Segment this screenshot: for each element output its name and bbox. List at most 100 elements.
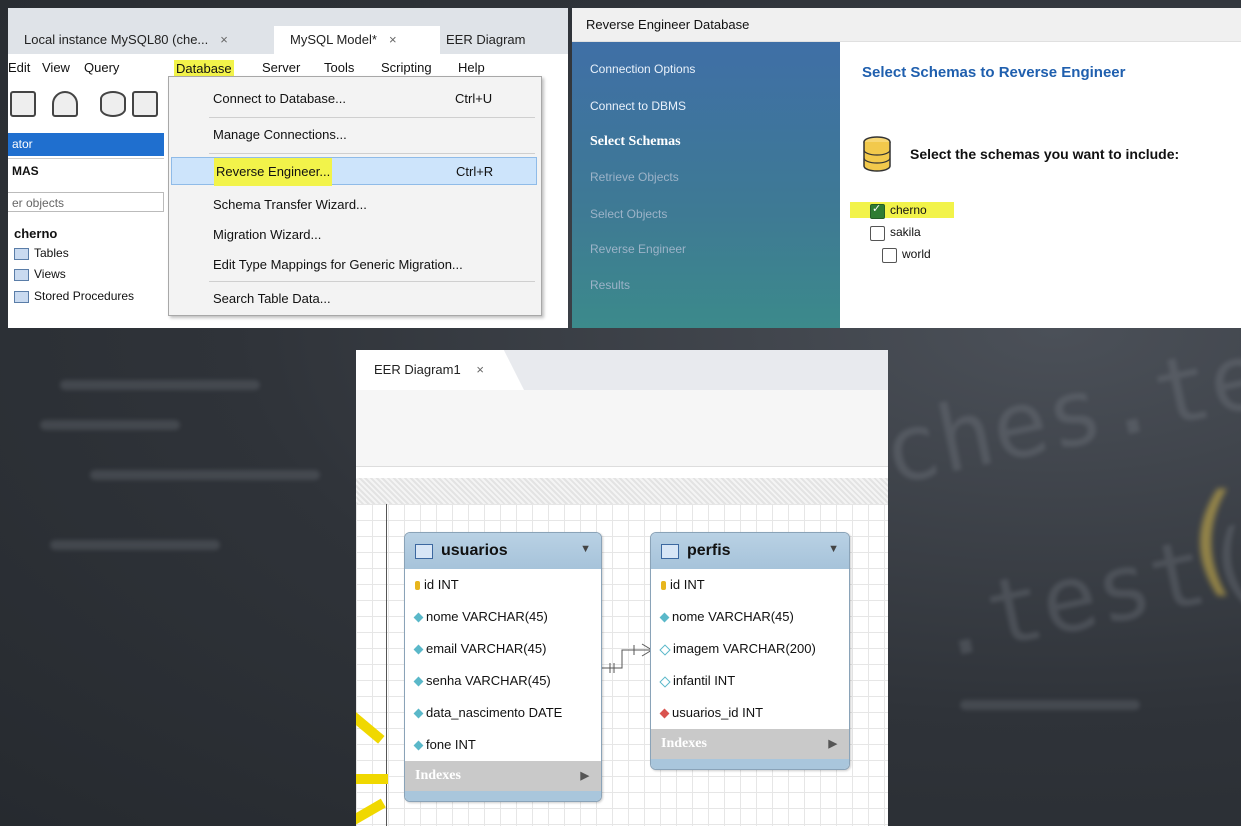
- highlight-marker: [356, 774, 388, 784]
- menu-tools[interactable]: Tools: [324, 60, 354, 75]
- indexes-label: Indexes: [661, 736, 707, 751]
- wizard-subheading: Select the schemas you want to include:: [910, 146, 1180, 162]
- column-diamond-outline-icon: [659, 643, 671, 656]
- column-label: id INT: [424, 577, 459, 592]
- filter-objects-input[interactable]: er objects: [8, 192, 164, 212]
- wizard-title: Reverse Engineer Database: [572, 8, 1241, 42]
- column-row: fone INT: [405, 729, 601, 761]
- step-connect-dbms: Connect to DBMS: [590, 99, 687, 113]
- column-row: usuarios_id INT: [651, 697, 849, 729]
- view-icon: [14, 268, 29, 281]
- code-line-decor: [50, 540, 220, 550]
- menu-item-migration-wizard[interactable]: Migration Wizard...: [171, 221, 537, 249]
- menu-item-label: Connect to Database...: [213, 91, 346, 106]
- entity-perfis[interactable]: perfis ▼ id INT nome VARCHAR(45) imagem …: [650, 532, 850, 770]
- column-row: nome VARCHAR(45): [651, 601, 849, 633]
- reverse-engineer-wizard: Reverse Engineer Database Connection Opt…: [572, 8, 1241, 328]
- menu-help[interactable]: Help: [458, 60, 485, 75]
- menu-server[interactable]: Server: [262, 60, 300, 75]
- column-label: nome VARCHAR(45): [426, 609, 548, 624]
- column-row: nome VARCHAR(45): [405, 601, 601, 633]
- menu-database[interactable]: Database: [174, 60, 234, 77]
- column-label: email VARCHAR(45): [426, 641, 547, 656]
- tree-label: Stored Procedures: [34, 289, 135, 303]
- eer-diagram-panel: EER Diagram1 × usuarios ▼ id INT nome VA…: [356, 350, 888, 826]
- database-icon: [863, 136, 891, 172]
- menu-item-edit-type-mappings[interactable]: Edit Type Mappings for Generic Migration…: [171, 251, 537, 279]
- menu-view[interactable]: View: [42, 60, 70, 75]
- column-diamond-icon: [413, 612, 424, 623]
- column-diamond-icon: [659, 612, 670, 623]
- tab-label: EER Diagram: [446, 32, 526, 47]
- procedure-icon: [14, 290, 29, 303]
- tab-label: EER Diagram1: [374, 362, 461, 377]
- tree-item-views[interactable]: Views: [14, 267, 66, 281]
- menu-item-manage-connections[interactable]: Manage Connections...: [171, 121, 537, 149]
- tab-local-instance[interactable]: Local instance MySQL80 (che... ×: [8, 26, 286, 54]
- step-reverse-engineer: Reverse Engineer: [590, 242, 687, 256]
- tree-item-stored-procedures[interactable]: Stored Procedures: [14, 289, 134, 303]
- column-diamond-icon: [413, 708, 424, 719]
- schema-checkbox-sakila[interactable]: [870, 226, 885, 241]
- column-diamond-outline-icon: [659, 675, 671, 688]
- wizard-steps-sidebar: Connection Options Connect to DBMS Selec…: [572, 42, 840, 328]
- step-select-objects: Select Objects: [590, 207, 668, 221]
- table-icon: [415, 544, 433, 559]
- expand-arrow-icon[interactable]: ▶: [581, 761, 589, 791]
- column-label: nome VARCHAR(45): [672, 609, 794, 624]
- shortcut-label: Ctrl+U: [455, 91, 493, 106]
- menu-item-reverse-engineer[interactable]: Reverse Engineer... Ctrl+R: [171, 157, 537, 186]
- new-sql-tab-icon[interactable]: [10, 91, 36, 117]
- collapse-arrow-icon[interactable]: ▼: [828, 543, 839, 555]
- schema-cherno[interactable]: cherno: [14, 226, 57, 241]
- column-row: email VARCHAR(45): [405, 633, 601, 665]
- menu-query[interactable]: Query: [84, 60, 119, 75]
- tree-label: Tables: [34, 246, 69, 260]
- menu-item-label: Manage Connections...: [213, 127, 347, 142]
- column-label: usuarios_id INT: [672, 705, 764, 720]
- close-icon[interactable]: ×: [220, 32, 228, 47]
- navigator-header[interactable]: ator: [8, 133, 164, 156]
- tab-label: Local instance MySQL80 (che...: [24, 32, 209, 47]
- menu-item-label: Migration Wizard...: [213, 227, 322, 242]
- tab-mysql-model[interactable]: MySQL Model* ×: [274, 26, 440, 54]
- menu-scripting[interactable]: Scripting: [381, 60, 432, 75]
- entity-header: perfis ▼: [651, 533, 849, 569]
- entity-usuarios[interactable]: usuarios ▼ id INT nome VARCHAR(45) email…: [404, 532, 602, 802]
- indexes-section[interactable]: Indexes ▶: [651, 729, 849, 759]
- tab-eer-diagram[interactable]: EER Diagram: [428, 26, 568, 54]
- tree-item-tables[interactable]: Tables: [14, 246, 69, 260]
- create-schema-icon[interactable]: [100, 91, 126, 117]
- close-icon[interactable]: ×: [476, 362, 484, 377]
- menu-item-schema-transfer[interactable]: Schema Transfer Wizard...: [171, 191, 537, 219]
- divider: [209, 117, 535, 118]
- relationship-connector[interactable]: [596, 640, 656, 680]
- menu-item-connect[interactable]: Connect to Database... Ctrl+U: [171, 85, 537, 113]
- foreign-key-icon: [659, 708, 670, 719]
- column-row: id INT: [651, 569, 849, 601]
- table-icon: [661, 544, 679, 559]
- tab-bar: Local instance MySQL80 (che... × MySQL Mo…: [8, 8, 568, 54]
- menu-edit[interactable]: Edit: [8, 60, 30, 75]
- menu-item-label: Edit Type Mappings for Generic Migration…: [213, 257, 463, 272]
- indexes-section[interactable]: Indexes ▶: [405, 761, 601, 791]
- schema-checkbox-cherno[interactable]: [870, 202, 885, 219]
- create-table-icon[interactable]: [132, 91, 158, 117]
- schema-checkbox-world[interactable]: [882, 248, 897, 263]
- column-diamond-icon: [413, 740, 424, 751]
- menu-item-search-table-data[interactable]: Search Table Data...: [171, 285, 537, 313]
- collapse-arrow-icon[interactable]: ▼: [580, 543, 591, 555]
- workbench-panel: Local instance MySQL80 (che... × MySQL Mo…: [8, 8, 568, 328]
- expand-arrow-icon[interactable]: ▶: [829, 729, 837, 759]
- close-icon[interactable]: ×: [389, 32, 397, 47]
- tab-label: MySQL Model*: [290, 32, 377, 47]
- inspector-icon[interactable]: [52, 91, 78, 117]
- menu-item-label: Reverse Engineer...: [214, 158, 333, 186]
- divider: [209, 281, 535, 282]
- column-label: data_nascimento DATE: [426, 705, 563, 720]
- column-label: senha VARCHAR(45): [426, 673, 551, 688]
- column-row: id INT: [405, 569, 601, 601]
- wizard-heading: Select Schemas to Reverse Engineer: [862, 64, 1126, 81]
- tab-eer-diagram1[interactable]: EER Diagram1 ×: [356, 350, 524, 390]
- schema-label-cherno: cherno: [890, 203, 927, 217]
